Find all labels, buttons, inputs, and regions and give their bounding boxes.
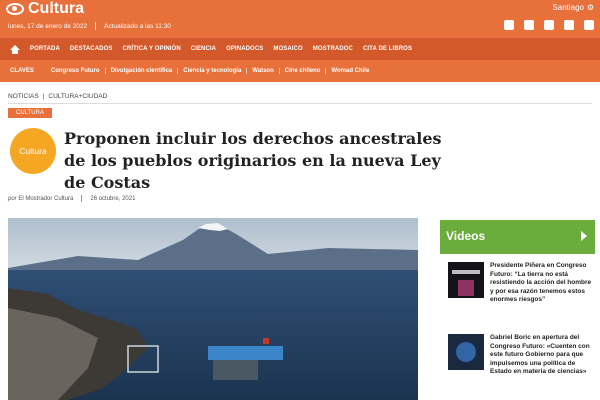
twitter-icon[interactable] bbox=[524, 20, 534, 30]
article-hero-image bbox=[8, 218, 418, 400]
nav-item-opinadocs[interactable]: OPINADOCS bbox=[226, 46, 263, 52]
facebook-icon[interactable] bbox=[504, 20, 514, 30]
subnav-item-cine-chileno[interactable]: Cine chileno bbox=[280, 68, 327, 74]
nav-item-mosaico[interactable]: MOSAICO bbox=[273, 46, 302, 52]
gear-icon[interactable]: ⚙ bbox=[587, 3, 594, 12]
subnav-item-ciencia-tecnologia[interactable]: Ciencia y tecnología bbox=[178, 68, 248, 74]
author-name[interactable]: El Mostrador Cultura bbox=[18, 196, 73, 202]
divider bbox=[81, 195, 83, 202]
breadcrumb: NOTICIAS | CULTURA+CIUDAD bbox=[8, 93, 107, 100]
print-icon[interactable] bbox=[584, 20, 594, 30]
nav-item-destacados[interactable]: DESTACADOS bbox=[70, 46, 113, 52]
author-line: por El Mostrador Cultura bbox=[8, 196, 73, 202]
updated-time: Actualizado a las 11:30 bbox=[104, 22, 171, 30]
current-date: lunes, 17 de enero de 2022 bbox=[8, 22, 88, 30]
article-title: Proponen incluir los derechos ancestrale… bbox=[64, 129, 442, 192]
videos-header[interactable]: Videos bbox=[440, 220, 595, 254]
city-selector[interactable]: Santiago bbox=[552, 3, 584, 12]
breadcrumb-separator: | bbox=[42, 93, 45, 100]
subnav-item-womad[interactable]: Womad Chile bbox=[326, 68, 374, 74]
section-badge: Cultura bbox=[10, 128, 56, 174]
subnav-label: CLAVES bbox=[10, 68, 34, 74]
eye-icon bbox=[6, 3, 24, 15]
social-links bbox=[504, 20, 594, 30]
nav-item-cita-de-libros[interactable]: CITA DE LIBROS bbox=[363, 46, 412, 52]
nav-item-portada[interactable]: PORTADA bbox=[30, 46, 60, 52]
breadcrumb-section[interactable]: NOTICIAS bbox=[8, 93, 39, 100]
author-prefix: por bbox=[8, 195, 17, 202]
video-item-title[interactable]: Presidente Piñera en Congreso Futuro: “L… bbox=[490, 262, 595, 305]
logo-text: Cultura bbox=[28, 0, 84, 17]
main-nav: PORTADA DESTACADOS CRÍTICA Y OPINIÓN CIE… bbox=[0, 38, 600, 60]
instagram-icon[interactable] bbox=[544, 20, 554, 30]
article-date: 26 octubre, 2021 bbox=[90, 195, 136, 202]
subnav-item-congreso-futuro[interactable]: Congreso Futuro bbox=[46, 68, 106, 74]
sub-nav: CLAVES Congreso Futuro Divulgación cient… bbox=[0, 60, 600, 82]
nav-item-critica[interactable]: CRÍTICA Y OPINIÓN bbox=[122, 46, 180, 52]
nav-item-ciencia[interactable]: CIENCIA bbox=[191, 46, 216, 52]
section-badge-label: Cultura bbox=[19, 146, 47, 156]
chevron-right-icon[interactable] bbox=[581, 231, 587, 241]
videos-title: Videos bbox=[446, 229, 486, 243]
video-thumbnail[interactable] bbox=[448, 262, 484, 298]
subnav-item-watson[interactable]: Watson bbox=[247, 68, 280, 74]
mail-icon[interactable] bbox=[564, 20, 574, 30]
nav-item-mostradoc[interactable]: MOSTRADOC bbox=[313, 46, 353, 52]
article-byline: por El Mostrador Cultura 26 octubre, 202… bbox=[8, 195, 135, 202]
breadcrumb-subsection[interactable]: CULTURA+CIUDAD bbox=[48, 93, 107, 100]
top-header: Cultura lunes, 17 de enero de 2022 Actua… bbox=[0, 0, 600, 38]
category-tag[interactable]: CULTURA bbox=[8, 108, 52, 118]
site-logo[interactable]: Cultura bbox=[6, 0, 84, 18]
subnav-item-divulgacion[interactable]: Divulgación científica bbox=[106, 68, 179, 74]
divider bbox=[8, 103, 592, 104]
home-icon[interactable] bbox=[10, 44, 20, 54]
video-thumbnail[interactable] bbox=[448, 334, 484, 370]
divider bbox=[95, 22, 97, 30]
video-item-title[interactable]: Gabriel Boric en apertura del Congreso F… bbox=[490, 334, 595, 377]
date-line: lunes, 17 de enero de 2022 Actualizado a… bbox=[8, 22, 171, 30]
